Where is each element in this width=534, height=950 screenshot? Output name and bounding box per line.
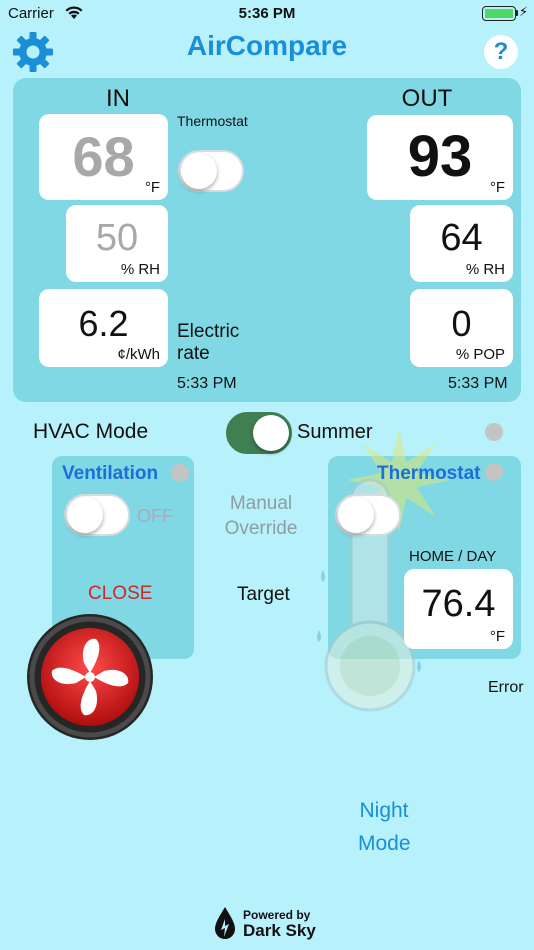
hvac-mode-label: HVAC Mode (33, 420, 149, 443)
outdoor-pop-box[interactable]: 0 % POP (410, 289, 513, 367)
indoor-humidity-box[interactable]: 50 % RH (66, 205, 168, 282)
indoor-humidity-unit: % RH (120, 261, 160, 278)
app-title: AirCompare (186, 30, 348, 61)
outdoor-temperature-box[interactable]: 93 °F (367, 115, 513, 200)
outdoor-temperature-unit: °F (489, 179, 505, 196)
outdoor-pop-unit: % POP (455, 346, 505, 363)
schedule-label: HOME / DAY (409, 548, 497, 565)
target-label: Target (237, 584, 290, 605)
hvac-mode-toggle[interactable] (226, 412, 292, 454)
electric-rate-unit: ¢/kWh (117, 346, 160, 363)
electric-rate-box[interactable]: 6.2 ¢/kWh (39, 289, 168, 367)
outdoor-humidity-unit: % RH (465, 261, 505, 278)
hvac-status-indicator (485, 423, 503, 441)
ventilation-title: Ventilation (62, 463, 159, 484)
indoor-temperature-box[interactable]: 68 °F (39, 114, 168, 200)
thermostat-toggle[interactable] (178, 150, 244, 192)
help-icon[interactable]: ? (484, 35, 518, 69)
thermostat-panel-title: Thermostat (377, 463, 481, 484)
outdoor-humidity-box[interactable]: 64 % RH (410, 205, 513, 282)
electric-rate-label: Electric rate (177, 321, 240, 364)
manual-override-toggle[interactable] (335, 494, 401, 536)
outdoor-humidity: 64 (440, 217, 483, 259)
ventilation-state: OFF (137, 506, 173, 526)
status-time: 5:36 PM (238, 5, 296, 22)
battery-cap (516, 10, 518, 16)
night-mode-button[interactable]: Night Mode (358, 794, 411, 860)
electric-rate-value: 6.2 (78, 303, 129, 344)
manual-override-label: Manual Override (224, 493, 298, 539)
fan-icon[interactable] (26, 613, 154, 741)
indoor-updated-time: 5:33 PM (177, 375, 237, 392)
outdoor-label: OUT (401, 85, 453, 112)
thermostat-status-indicator (485, 463, 503, 481)
indoor-temperature-unit: °F (144, 179, 160, 196)
charging-bolt-icon: ⚡ (519, 4, 529, 19)
powered-by-label: Powered by (243, 908, 311, 922)
ventilation-status-indicator (171, 464, 189, 482)
indoor-humidity: 50 (95, 217, 139, 259)
darksky-link[interactable]: Dark Sky (243, 921, 316, 941)
outdoor-pop: 0 (451, 303, 472, 344)
ventilation-action: CLOSE (88, 583, 153, 604)
ventilation-toggle[interactable] (64, 494, 130, 536)
target-temperature-unit: °F (489, 628, 505, 645)
thermostat-status-text: Error (488, 679, 524, 696)
darksky-logo-icon (215, 907, 235, 939)
thermostat-toggle-label: Thermostat (177, 113, 248, 129)
battery-icon (482, 6, 516, 21)
outdoor-updated-time: 5:33 PM (448, 375, 508, 392)
target-temperature-box[interactable]: 76.4 °F (404, 569, 513, 649)
indoor-label: IN (106, 85, 130, 112)
target-temperature: 76.4 (421, 583, 496, 625)
